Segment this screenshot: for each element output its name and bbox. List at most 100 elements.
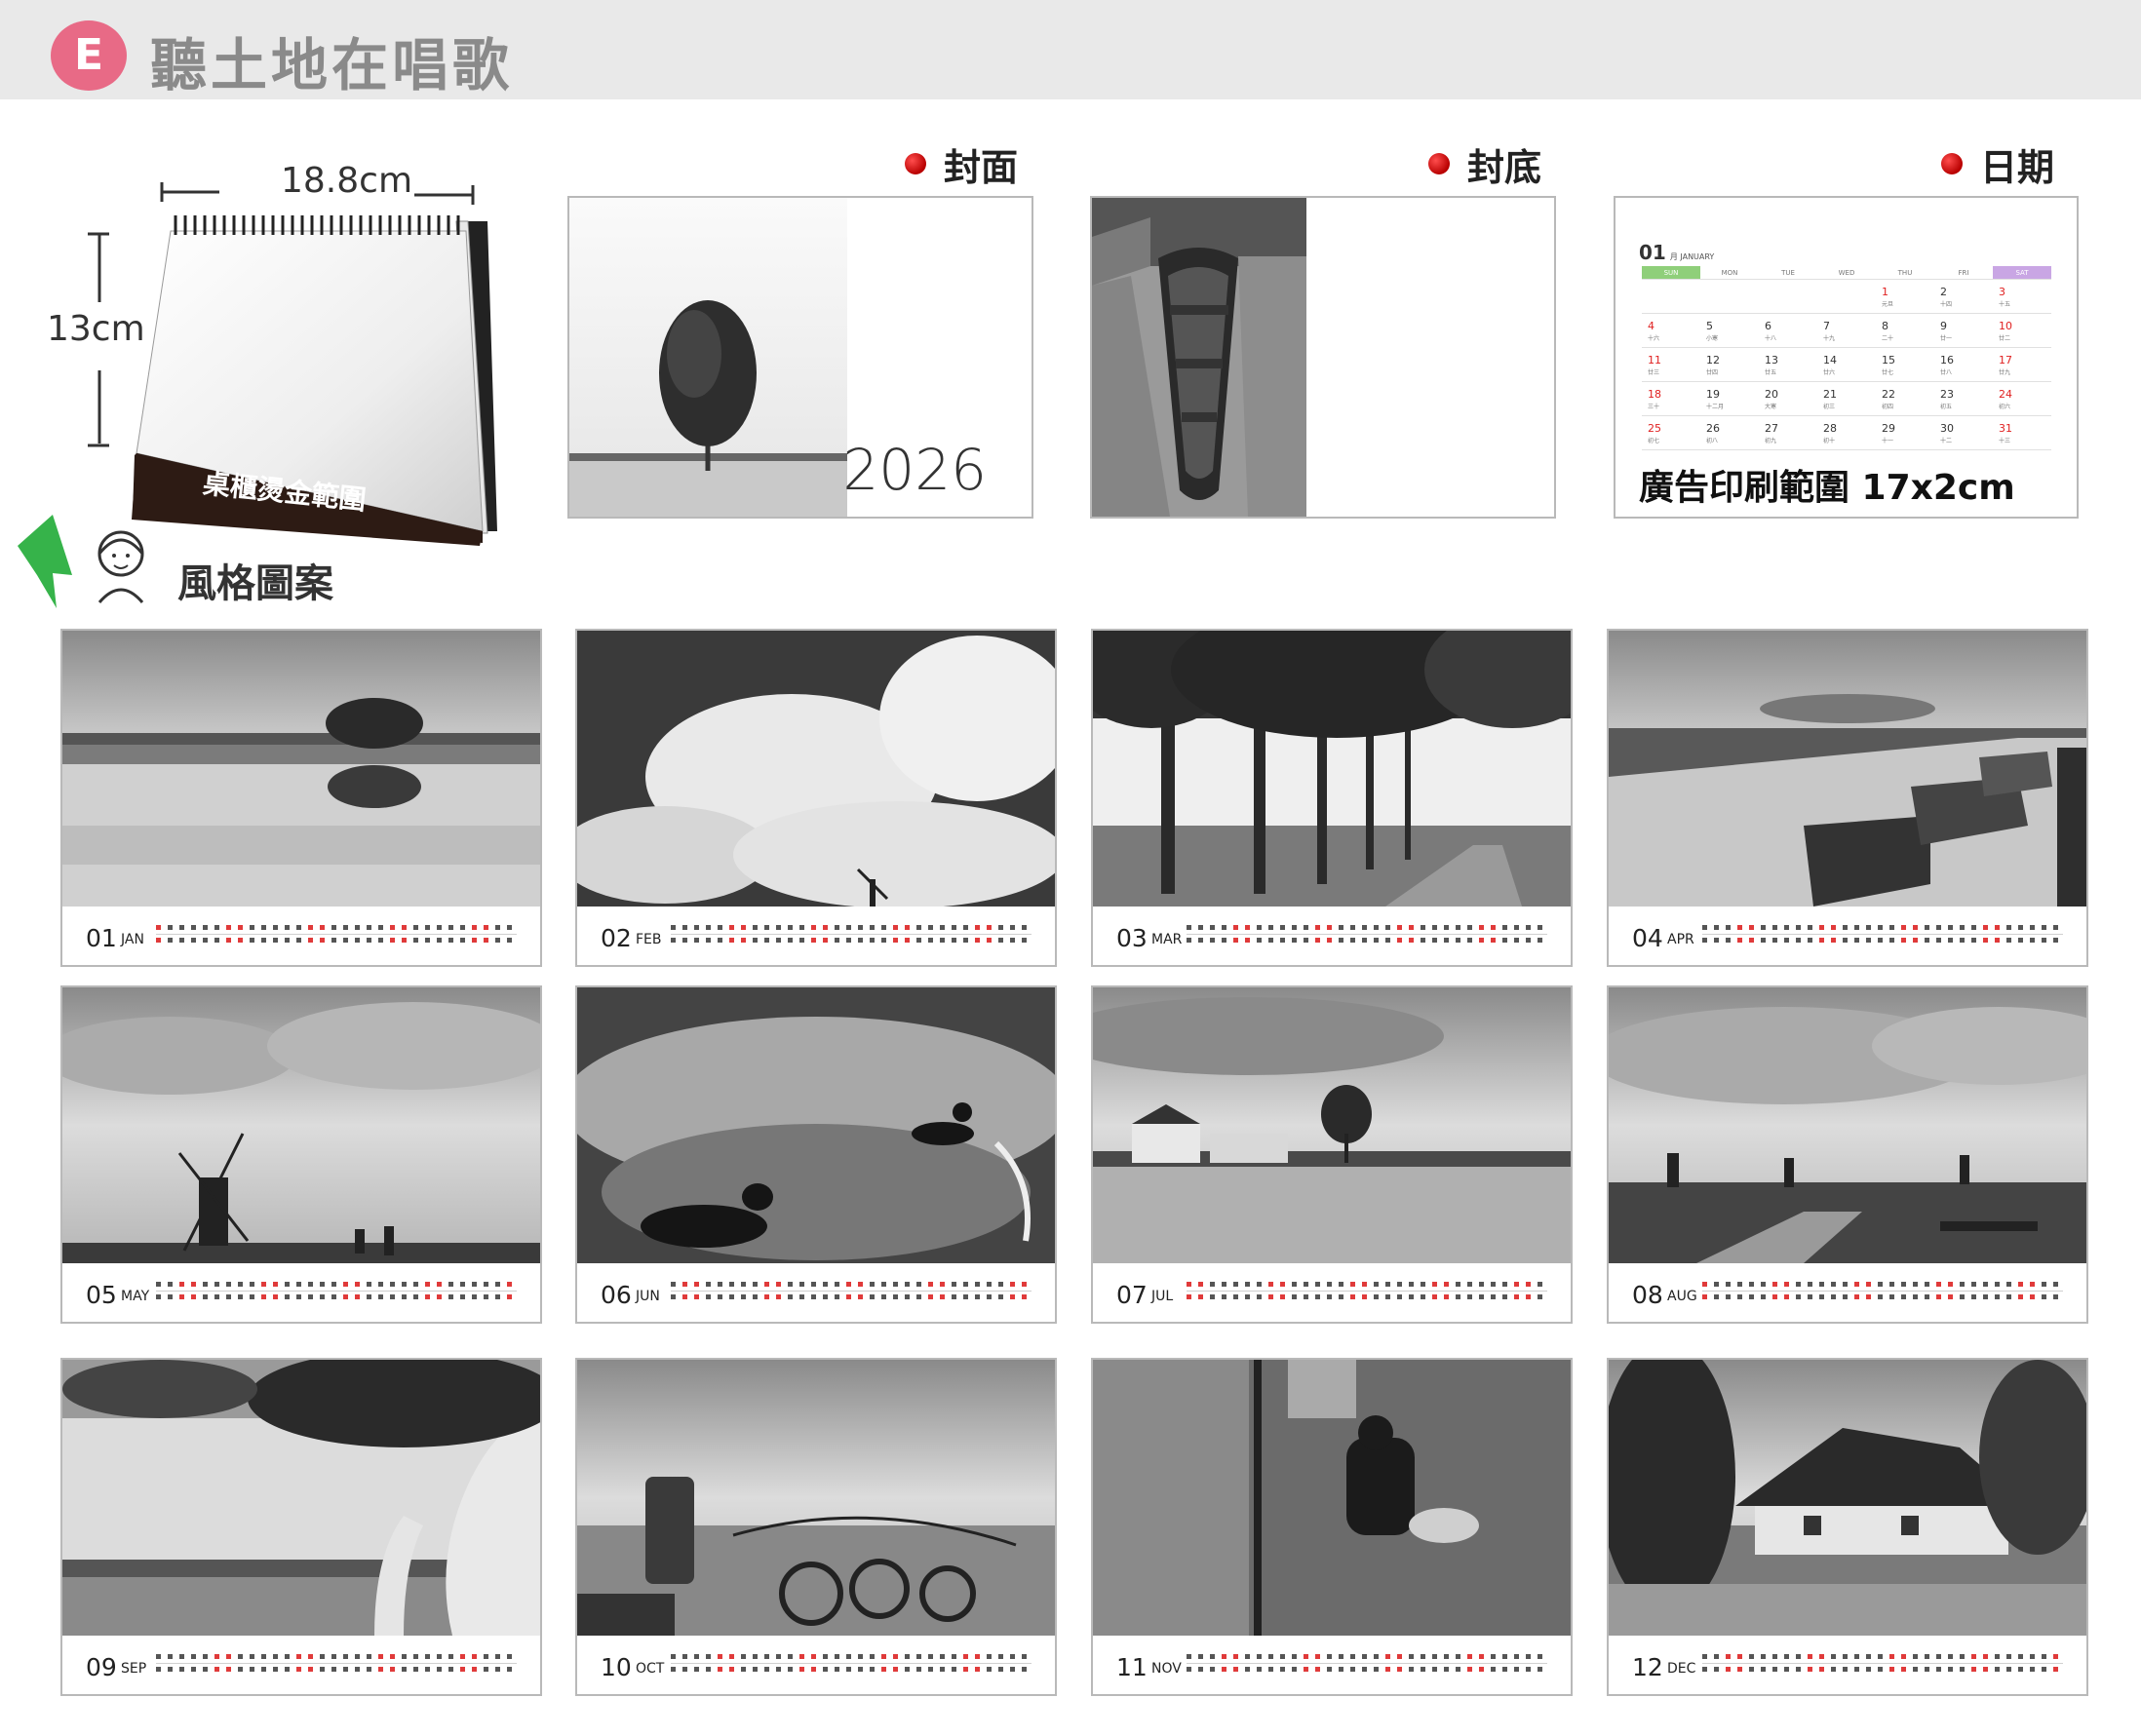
weekday-header-row: SUN MON TUE WED THU FRI SAT	[1642, 266, 2051, 280]
weekday-initial-mark	[308, 1654, 313, 1659]
weekday-label: SAT	[1993, 266, 2051, 280]
weekday-initial-mark	[179, 1654, 184, 1659]
day-number-mark	[402, 938, 407, 943]
day-number-mark	[1936, 938, 1941, 943]
day-number-mark	[952, 1294, 956, 1299]
date-cell: 2 十四	[1934, 280, 1993, 313]
weekday-initial-mark	[1315, 1654, 1320, 1659]
weekday-initial-mark	[916, 1654, 921, 1659]
back-cover-photo	[1092, 198, 1306, 517]
day-number-mark	[2042, 1294, 2046, 1299]
day-number-mark	[179, 1667, 184, 1672]
day-number-mark	[1925, 1667, 1929, 1672]
day-number-mark	[1913, 1294, 1918, 1299]
day-number-mark	[1913, 938, 1918, 943]
day-number-mark	[1866, 1667, 1871, 1672]
day-number-mark	[261, 1667, 266, 1672]
lunar-date-label: 廿五	[1765, 369, 1777, 376]
month-abbreviation: AUG	[1667, 1289, 1697, 1304]
weekday-initial-mark	[858, 1282, 863, 1287]
weekday-initial-mark	[460, 925, 465, 930]
month-number: 03	[1116, 924, 1148, 952]
date-number: 12	[1706, 354, 1720, 366]
day-number-mark	[1444, 1667, 1449, 1672]
day-number-mark	[916, 1667, 921, 1672]
weekday-initial-mark	[1444, 925, 1449, 930]
day-number-mark	[355, 938, 360, 943]
month-number: 01	[86, 924, 117, 952]
weekday-initial-mark	[729, 1282, 734, 1287]
lunar-date-label: 十八	[1765, 335, 1777, 342]
weekday-initial-mark	[1467, 925, 1472, 930]
month-date-strip: 10 OCT	[577, 1636, 1055, 1694]
day-number-mark	[1304, 1294, 1308, 1299]
lunar-date-label: 十六	[1648, 335, 1660, 342]
weekday-initial-mark	[191, 1282, 196, 1287]
date-number: 15	[1882, 354, 1895, 366]
lunar-date-label: 廿七	[1882, 369, 1894, 376]
weekday-initial-mark	[390, 1282, 395, 1287]
day-number-mark	[1514, 938, 1519, 943]
month-date-strip: 08 AUG	[1609, 1263, 2086, 1322]
day-number-mark	[1374, 1294, 1379, 1299]
month-preview-oct: 10 OCT	[575, 1358, 1057, 1696]
lunar-date-label: 廿六	[1823, 369, 1836, 376]
day-number-mark	[1432, 938, 1437, 943]
style-pattern-row: 風格圖案	[14, 515, 365, 612]
day-number-mark	[168, 1294, 173, 1299]
weekday-initial-mark	[881, 1282, 886, 1287]
date-cell: 25 初七	[1642, 416, 1700, 449]
weekday-initial-mark	[250, 1654, 254, 1659]
day-number-mark	[1819, 1294, 1824, 1299]
day-number-mark	[484, 1294, 488, 1299]
weekday-initial-mark	[799, 1654, 804, 1659]
day-number-mark	[285, 938, 290, 943]
day-number-mark	[2042, 938, 2046, 943]
day-number-mark	[881, 1294, 886, 1299]
weekday-initial-mark	[285, 1654, 290, 1659]
day-number-mark	[1187, 1294, 1191, 1299]
lunar-date-label: 十二	[1940, 438, 1953, 444]
day-number-mark	[1714, 1294, 1719, 1299]
day-number-mark	[823, 1667, 828, 1672]
weekday-initial-mark	[413, 925, 418, 930]
date-strip-divider	[156, 1291, 517, 1292]
day-number-mark	[495, 938, 500, 943]
day-number-mark	[1784, 1667, 1789, 1672]
day-number-mark	[835, 1667, 839, 1672]
weekday-initial-mark	[1268, 1654, 1273, 1659]
day-number-mark	[788, 1667, 793, 1672]
weekday-initial-mark	[1843, 1282, 1848, 1287]
weekday-initial-mark	[1339, 1282, 1343, 1287]
month-preview-jul: 07 JUL	[1091, 985, 1573, 1324]
date-number: 25	[1648, 422, 1661, 435]
weekday-initial-mark	[1210, 1654, 1215, 1659]
weekday-initial-mark	[1889, 925, 1894, 930]
date-number: 17	[1999, 354, 2012, 366]
day-number-mark	[1187, 938, 1191, 943]
weekday-initial-mark	[1878, 1654, 1883, 1659]
weekday-initial-mark	[916, 1282, 921, 1287]
day-numbers-row	[671, 938, 1032, 945]
day-number-mark	[1796, 938, 1801, 943]
day-number-mark	[1726, 1294, 1731, 1299]
day-number-mark	[425, 1667, 430, 1672]
weekday-initial-mark	[1421, 925, 1425, 930]
day-number-mark	[1339, 1294, 1343, 1299]
date-number: 5	[1706, 320, 1713, 332]
weekday-initial-mark	[331, 925, 336, 930]
weekday-initial-mark	[1268, 925, 1273, 930]
day-number-mark	[1210, 1294, 1215, 1299]
weekday-initial-mark	[226, 1654, 231, 1659]
weekday-initial-mark	[308, 925, 313, 930]
lunar-date-label: 初八	[1706, 438, 1719, 444]
lunar-date-label: 初十	[1823, 438, 1836, 444]
weekday-initial-mark	[1714, 1654, 1719, 1659]
day-number-mark	[238, 1294, 243, 1299]
day-number-mark	[507, 1667, 512, 1672]
day-number-mark	[343, 1294, 348, 1299]
date-cell: 5 小寒	[1700, 314, 1759, 347]
weekday-initials-row	[1702, 1282, 2063, 1290]
weekday-initial-mark	[998, 1654, 1003, 1659]
weekday-initial-mark	[285, 925, 290, 930]
